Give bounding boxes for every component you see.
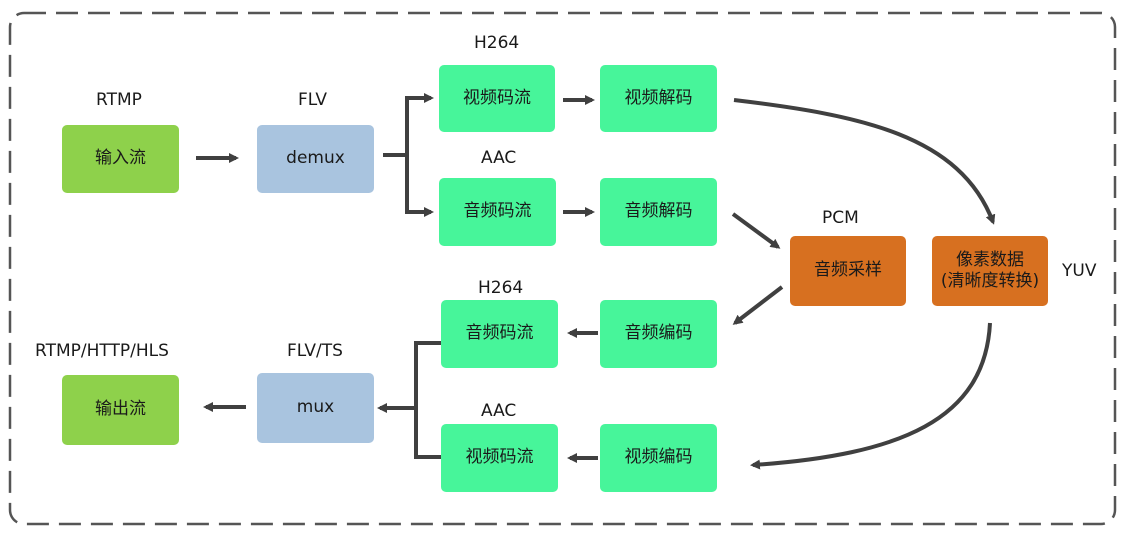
label-flv-ts: FLV/TS — [287, 341, 343, 361]
arrow-video-decode-to-pixel — [733, 98, 996, 225]
arrow-resample-to-audio-encode — [732, 285, 784, 325]
output-stream-node: 输出流 — [62, 375, 179, 445]
video-stream-out-node: 视频码流 — [441, 424, 558, 492]
video-stream-in-node: 视频码流 — [439, 65, 555, 132]
arrow-audio-decode-to-resample — [731, 212, 781, 249]
audio-encode-node: 音频编码 — [600, 300, 717, 368]
label-pcm: PCM — [822, 208, 859, 228]
audio-stream-out-node: 音频码流 — [441, 300, 558, 368]
pixel-data-node: 像素数据 (清晰度转换) — [932, 236, 1048, 306]
video-decode-node: 视频解码 — [600, 65, 717, 132]
label-h264-bottom: H264 — [478, 278, 524, 298]
video-encode-node: 视频编码 — [600, 424, 717, 492]
demux-node: demux — [257, 125, 374, 193]
audio-resample-node: 音频采样 — [790, 236, 906, 306]
label-out-protocols: RTMP/HTTP/HLS — [35, 341, 169, 361]
input-stream-node: 输入流 — [62, 125, 179, 193]
label-h264-top: H264 — [474, 33, 520, 53]
arrow-pixel-to-video-encode — [750, 322, 992, 470]
pixel-data-line1: 像素数据 — [956, 249, 1024, 270]
audio-decode-node: 音频解码 — [600, 178, 717, 246]
label-yuv: YUV — [1062, 261, 1097, 281]
label-aac-bottom: AAC — [481, 401, 517, 421]
audio-stream-in-node: 音频码流 — [439, 178, 556, 246]
label-aac-top: AAC — [481, 148, 517, 168]
label-rtmp-in: RTMP — [96, 90, 142, 110]
label-flv-in: FLV — [298, 90, 328, 110]
mux-node: mux — [257, 373, 374, 443]
pixel-data-line2: (清晰度转换) — [940, 271, 1040, 291]
